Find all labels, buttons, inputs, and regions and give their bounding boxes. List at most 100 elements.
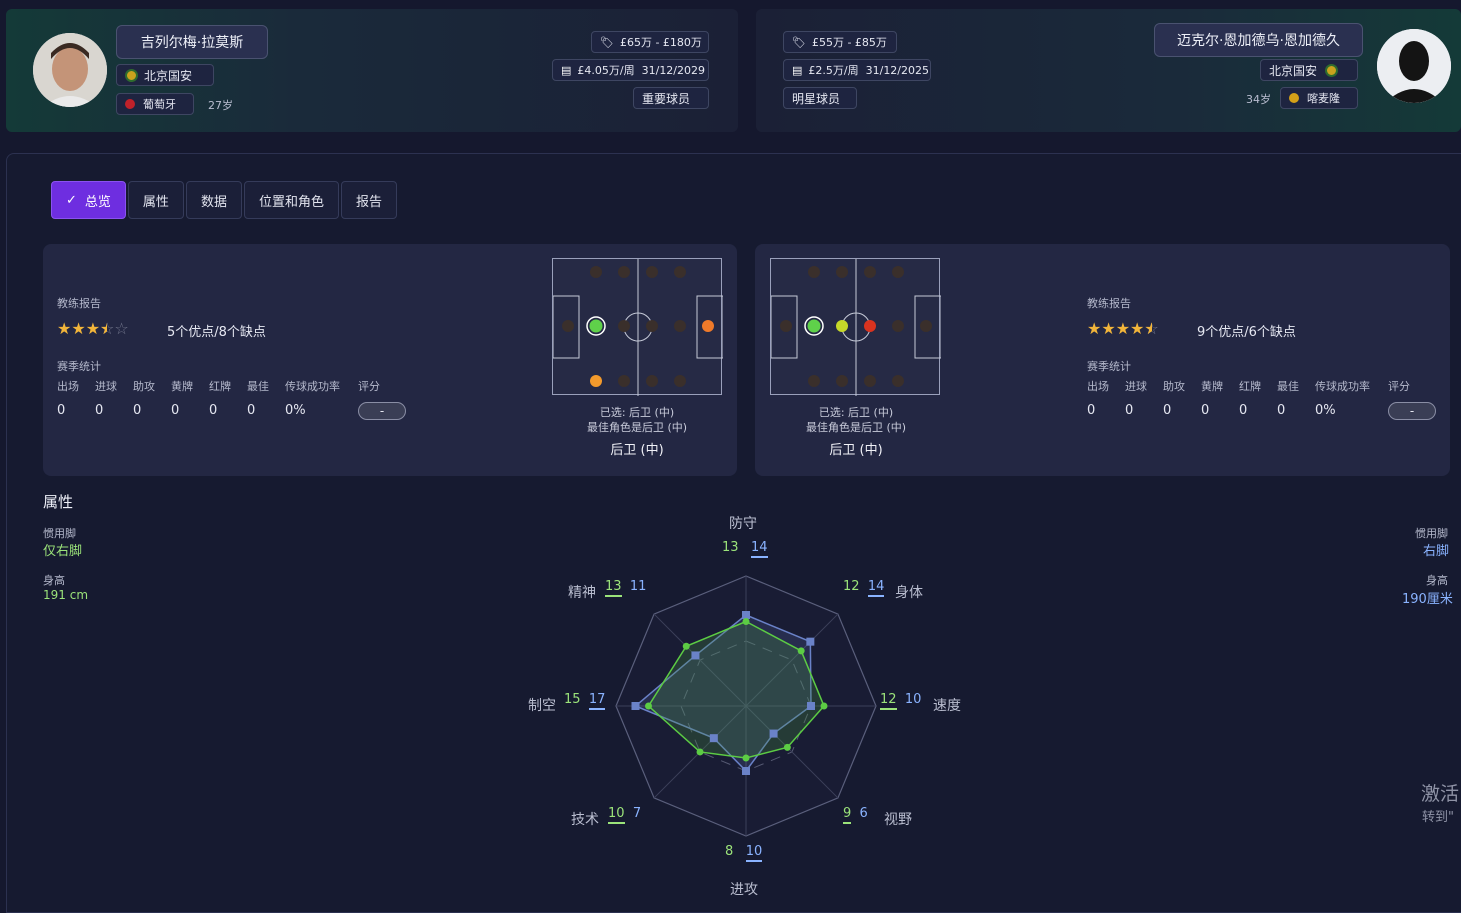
star-empty-icon: ☆ [114,319,129,338]
stat-value: 0 [95,403,104,418]
player-right-contract: ▤ £2.5万/周 31/12/2025 [783,59,931,81]
stat-value: 0 [247,403,256,418]
radar-point-right [631,702,640,710]
right-selected-role: 已选: 后卫 (中) [818,406,894,419]
season-stats-label: 赛季统计 [1087,360,1131,373]
stat-value: 0 [133,403,142,418]
stat-value: 0% [1315,403,1336,418]
radar-point-right [742,767,750,775]
stat-value: 0 [1201,403,1210,418]
player-left-contract: ▤ £4.05万/周 31/12/2029 [552,59,709,81]
right-best-role: 最佳角色是后卫 (中) [805,421,907,434]
club-badge-icon [1325,63,1339,77]
left-star-rating: ★★★☆ ★ ☆ [57,319,129,338]
radar-point-right [807,702,815,710]
player-right-avatar[interactable] [1377,29,1451,103]
stat-header: 传球成功率 [1315,380,1370,393]
right-position-pitch[interactable] [770,258,942,396]
player-left-avatar[interactable] [33,33,107,107]
tab-overview[interactable]: ✓ 总览 [51,181,126,219]
coach-report-label: 教练报告 [1087,297,1131,310]
radar-values-aerial: 15 17 [564,692,606,710]
coach-report-label: 教练报告 [57,297,101,310]
right-foot-label: 惯用脚 [1415,527,1448,540]
stat-header: 评分 [358,380,380,393]
stat-header: 红牌 [1239,380,1261,393]
radar-values-technique: 10 7 [608,806,641,824]
player-left-nation[interactable]: 葡萄牙 [116,93,194,115]
radar-point-right [769,729,778,738]
player-left-name[interactable]: 吉列尔梅·拉莫斯 [116,25,268,59]
stat-header: 进球 [1125,380,1147,393]
tab-stats[interactable]: 数据 [185,181,242,219]
radar-label-physical: 身体 [895,585,923,601]
price-tag-icon: 🏷 [792,35,806,49]
left-report-summary: 5个优点/8个缺点 [167,325,266,340]
radar-point-right [709,734,718,743]
tab-attributes[interactable]: 属性 [127,181,184,219]
half-star-icon: ☆ ★ [1144,319,1159,338]
cameroon-flag-icon [1289,93,1299,103]
stat-value: 0 [1087,403,1096,418]
radar-point-left [682,642,690,650]
radar-label-aerial: 制空 [528,698,556,714]
stat-header: 最佳 [1277,380,1299,393]
radar-label-vision: 视野 [884,812,912,828]
contract-icon: ▤ [792,63,803,77]
portugal-flag-icon [125,99,135,109]
tab-report[interactable]: 报告 [340,181,397,219]
tab-positions-roles[interactable]: 位置和角色 [243,181,339,219]
stat-header: 助攻 [133,380,155,393]
radar-values-mental: 13 11 [605,579,646,597]
radar-values-defense: 13 14 [722,540,768,558]
right-height-value: 190厘米 [1402,592,1453,607]
radar-values-speed: 12 10 [880,692,921,710]
player-right-club[interactable]: 北京国安 [1260,59,1358,81]
right-rating-pill: - [1388,402,1436,420]
radar-label-mental: 精神 [568,585,596,601]
radar-point-left [820,702,828,710]
stat-value: 0% [285,403,306,418]
stat-header: 红牌 [209,380,231,393]
player-right-status: 明星球员 [783,87,857,109]
radar-point-right [742,611,750,619]
left-rating-pill: - [358,402,406,420]
radar-values-physical: 12 14 [843,579,885,597]
player-right-value: 🏷 £55万 - £85万 [783,31,897,53]
radar-label-technique: 技术 [571,812,599,828]
stat-header: 出场 [57,380,79,393]
season-stats-label: 赛季统计 [57,360,101,373]
radar-label-speed: 速度 [933,698,961,714]
stat-value: 0 [1163,403,1172,418]
club-badge-icon [125,68,138,82]
player-left-club[interactable]: 北京国安 [116,64,214,86]
right-position: 后卫 (中) [829,443,883,458]
radar-point-left [742,754,750,762]
radar-values-attack: 8 10 [725,844,763,862]
stat-header: 黄牌 [171,380,193,393]
left-foot-value: 仅右脚 [43,544,83,559]
radar-point-left [696,748,704,756]
stat-value: 0 [1277,403,1286,418]
radar-point-right [806,637,815,646]
activation-watermark-subtitle: 转到" [1422,810,1454,825]
player-left-status: 重要球员 [633,87,709,109]
stat-header: 出场 [1087,380,1109,393]
left-height-label: 身高 [43,574,65,587]
player-right-nation[interactable]: 喀麦隆 [1280,87,1358,109]
player-right-name[interactable]: 迈克尔·恩加德乌·恩加德久 [1154,23,1363,57]
half-star-icon: ☆ ★ [100,319,115,338]
left-height-value: 191 cm [43,588,89,602]
stat-value: 0 [171,403,180,418]
tab-bar: ✓ 总览 属性 数据 位置和角色 报告 [51,181,397,219]
radar-label-attack: 进攻 [730,882,758,898]
stat-header: 传球成功率 [285,380,340,393]
stat-value: 0 [209,403,218,418]
attributes-title: 属性 [43,493,74,511]
left-position-pitch[interactable] [552,258,724,396]
right-foot-value: 右脚 [1423,544,1450,559]
radar-point-left [783,743,791,751]
player-left-age: 27岁 [208,99,233,112]
radar-point-right [691,651,700,660]
star-icon: ★★★ [57,319,101,338]
